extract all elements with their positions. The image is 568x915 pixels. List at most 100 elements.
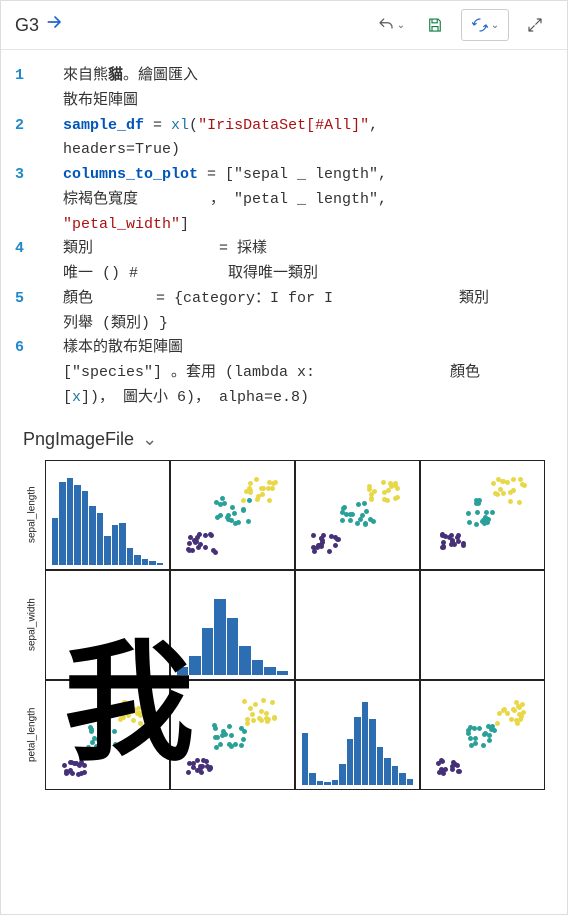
scatter-point bbox=[248, 706, 253, 711]
save-button[interactable] bbox=[417, 9, 453, 41]
scatter-point bbox=[443, 767, 448, 772]
chevron-down-icon: ⌄ bbox=[142, 429, 157, 450]
code-line-continuation[interactable]: 散布矩陣圖 bbox=[15, 89, 553, 114]
code-editor[interactable]: 1來自熊貓。繪圖匯入散布矩陣圖2sample_df = xl("IrisData… bbox=[1, 50, 567, 419]
scatter-point bbox=[271, 481, 276, 486]
scatter-point bbox=[452, 542, 457, 547]
matrix-cell: 432 bbox=[45, 570, 170, 680]
scatter-panel bbox=[302, 467, 413, 563]
scatter-point bbox=[495, 721, 500, 726]
scatter-point bbox=[508, 490, 513, 495]
scatter-point bbox=[86, 745, 91, 750]
code-line-continuation[interactable]: headers=True) bbox=[15, 138, 553, 163]
scatter-point bbox=[475, 510, 480, 515]
code-line[interactable]: 5顏色 = {category：I for I 類別 bbox=[15, 287, 553, 312]
scatter-point bbox=[100, 740, 105, 745]
scatter-point bbox=[198, 542, 203, 547]
code-line-continuation[interactable]: 列舉 (類別) } bbox=[15, 312, 553, 337]
scatter-point bbox=[94, 744, 99, 749]
scatter-point bbox=[466, 511, 471, 516]
scatter-point bbox=[241, 498, 246, 503]
scatter-point bbox=[362, 501, 367, 506]
scatter-point bbox=[126, 713, 131, 718]
scatter-point bbox=[261, 486, 266, 491]
histogram-bars bbox=[52, 471, 163, 565]
code-line[interactable]: 2sample_df = xl("IrisDataSet[#All]", bbox=[15, 114, 553, 139]
scatter-point bbox=[267, 498, 272, 503]
scatter-point bbox=[364, 509, 369, 514]
scatter-point bbox=[272, 716, 277, 721]
code-line[interactable]: 4類別 = 採樣 bbox=[15, 237, 553, 262]
matrix-cell bbox=[420, 460, 545, 570]
matrix-cell bbox=[295, 570, 420, 680]
code-content[interactable]: sample_df = xl("IrisDataSet[#All]", bbox=[63, 114, 553, 139]
scatter-point bbox=[250, 712, 255, 717]
y-axis-label: petal_length bbox=[19, 680, 45, 790]
scatter-point bbox=[138, 721, 143, 726]
scatter-point bbox=[106, 738, 111, 743]
scatter-point bbox=[213, 735, 218, 740]
code-line-continuation[interactable]: [x])， 圖大小 6)， alpha=e.8) bbox=[15, 386, 553, 411]
scatter-panel bbox=[177, 687, 288, 783]
scatter-point bbox=[358, 517, 363, 522]
scatter-point bbox=[395, 486, 400, 491]
code-line-continuation[interactable]: ["species"] 。套用 (lambda x: 顏色 bbox=[15, 361, 553, 386]
code-line[interactable]: 1來自熊貓。繪圖匯入 bbox=[15, 64, 553, 89]
scatter-point bbox=[233, 521, 238, 526]
scatter-point bbox=[456, 769, 461, 774]
scatter-point bbox=[484, 510, 489, 515]
scatter-point bbox=[505, 480, 510, 485]
code-line[interactable]: 3columns_to_plot = ["sepal _ length", bbox=[15, 163, 553, 188]
code-line-continuation[interactable]: 唯一 () # 取得唯一類別 bbox=[15, 262, 553, 287]
refresh-button[interactable]: ⌄ bbox=[461, 9, 509, 41]
scatter-point bbox=[232, 511, 237, 516]
scatter-point bbox=[141, 699, 146, 704]
scatter-point bbox=[381, 480, 386, 485]
scatter-panel bbox=[427, 687, 538, 783]
code-content[interactable]: 顏色 = {category：I for I 類別 bbox=[63, 287, 553, 312]
scatter-point bbox=[113, 742, 118, 747]
scatter-point bbox=[342, 505, 347, 510]
scatter-point bbox=[439, 758, 444, 763]
scatter-point bbox=[229, 733, 234, 738]
expand-button[interactable] bbox=[517, 9, 553, 41]
scatter-point bbox=[186, 547, 191, 552]
scatter-point bbox=[489, 727, 494, 732]
scatter-point bbox=[254, 477, 259, 482]
scatter-point bbox=[319, 536, 324, 541]
undo-button[interactable]: ⌄ bbox=[373, 9, 409, 41]
arrow-right-icon[interactable] bbox=[45, 12, 65, 38]
scatter-point bbox=[386, 488, 391, 493]
scatter-point bbox=[481, 743, 486, 748]
scatter-point bbox=[473, 741, 478, 746]
scatter-point bbox=[497, 711, 502, 716]
histogram-bars bbox=[177, 581, 288, 675]
line-number: 2 bbox=[15, 114, 63, 139]
scatter-point bbox=[230, 505, 235, 510]
code-content[interactable]: 類別 = 採樣 bbox=[63, 237, 553, 262]
code-content[interactable]: 樣本的散布矩陣圖 bbox=[63, 336, 553, 361]
scatter-point bbox=[207, 767, 212, 772]
output-header[interactable]: PngImageFile ⌄ bbox=[1, 419, 567, 454]
code-content[interactable]: 來自熊貓。繪圖匯入 bbox=[63, 64, 553, 89]
scatter-point bbox=[270, 700, 275, 705]
scatter-point bbox=[477, 726, 482, 731]
code-content[interactable]: columns_to_plot = ["sepal _ length", bbox=[63, 163, 553, 188]
code-line[interactable]: 6樣本的散布矩陣圖 bbox=[15, 336, 553, 361]
scatter-point bbox=[393, 496, 398, 501]
scatter-point bbox=[327, 549, 332, 554]
matrix-cell bbox=[420, 680, 545, 790]
scatter-point bbox=[215, 515, 220, 520]
code-line-continuation[interactable]: "petal_width"] bbox=[15, 213, 553, 238]
scatter-point bbox=[518, 477, 523, 482]
scatter-point bbox=[227, 724, 232, 729]
scatter-point bbox=[203, 545, 208, 550]
matrix-cell bbox=[420, 570, 545, 680]
scatter-point bbox=[242, 699, 247, 704]
scatter-point bbox=[144, 707, 149, 712]
scatter-point bbox=[466, 731, 471, 736]
code-line-continuation[interactable]: 棕褐色寬度 ， "petal _ length", bbox=[15, 188, 553, 213]
scatter-panel bbox=[52, 687, 163, 783]
scatter-point bbox=[222, 501, 227, 506]
scatter-point bbox=[245, 721, 250, 726]
